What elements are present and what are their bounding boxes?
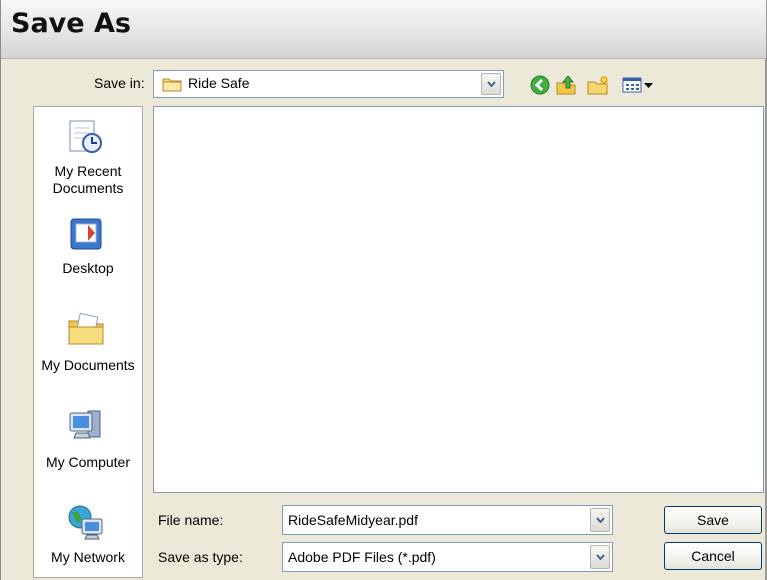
save-as-type-dropdown[interactable]: Adobe PDF Files (*.pdf): [282, 542, 613, 572]
file-name-label: File name:: [158, 512, 224, 528]
save-as-type-dropdown-button[interactable]: [590, 545, 610, 569]
places-bar: My Recent Documents Desktop My Documents: [33, 106, 143, 578]
dialog-title: Save As: [11, 8, 131, 39]
title-bar[interactable]: Save As: [1, 0, 766, 59]
cancel-button[interactable]: Cancel: [664, 542, 762, 570]
place-my-computer[interactable]: My Computer: [34, 393, 142, 483]
file-name-input[interactable]: RideSafeMidyear.pdf: [282, 505, 613, 535]
save-as-type-value: Adobe PDF Files (*.pdf): [288, 549, 436, 565]
views-menu-icon: [622, 77, 653, 93]
back-button[interactable]: [529, 74, 551, 96]
file-list[interactable]: [153, 106, 764, 493]
place-label-my-documents: My Documents: [41, 357, 135, 373]
save-in-dropdown-button[interactable]: [481, 73, 501, 95]
back-icon: [530, 75, 550, 95]
place-label-desktop: Desktop: [62, 260, 114, 276]
new-folder-icon: [587, 76, 608, 95]
save-in-value: Ride Safe: [188, 75, 250, 91]
folder-icon: [162, 78, 182, 92]
chevron-down-icon: [487, 81, 496, 87]
up-folder-icon: [556, 75, 576, 95]
desktop-icon: [70, 218, 102, 250]
chevron-down-icon: [596, 554, 605, 560]
save-as-type-label: Save as type:: [158, 549, 243, 565]
new-folder-button[interactable]: [587, 74, 609, 96]
save-button[interactable]: Save: [664, 506, 762, 534]
save-in-dropdown[interactable]: Ride Safe: [153, 70, 504, 98]
place-recent-documents[interactable]: My Recent Documents: [34, 107, 142, 203]
views-menu-button[interactable]: [621, 74, 657, 96]
file-name-value[interactable]: RideSafeMidyear.pdf: [288, 512, 418, 528]
save-in-label: Save in:: [94, 75, 145, 91]
chevron-down-icon: [596, 517, 605, 523]
place-my-documents[interactable]: My Documents: [34, 295, 142, 385]
file-name-dropdown-button[interactable]: [590, 508, 610, 532]
up-folder-button[interactable]: [555, 74, 577, 96]
place-label-my-computer: My Computer: [45, 454, 131, 470]
place-my-network[interactable]: My Network: [34, 491, 142, 577]
my-network-icon: [68, 505, 103, 540]
my-documents-icon: [68, 312, 104, 345]
my-computer-icon: [69, 410, 101, 439]
save-as-dialog: Save As Save in: Ride Safe My Recent Doc…: [0, 0, 767, 580]
place-label-my-network: My Network: [51, 549, 125, 565]
place-desktop[interactable]: Desktop: [34, 207, 142, 285]
place-label-recent-documents: My Recent Documents: [52, 163, 124, 196]
recent-documents-icon: [69, 120, 102, 153]
